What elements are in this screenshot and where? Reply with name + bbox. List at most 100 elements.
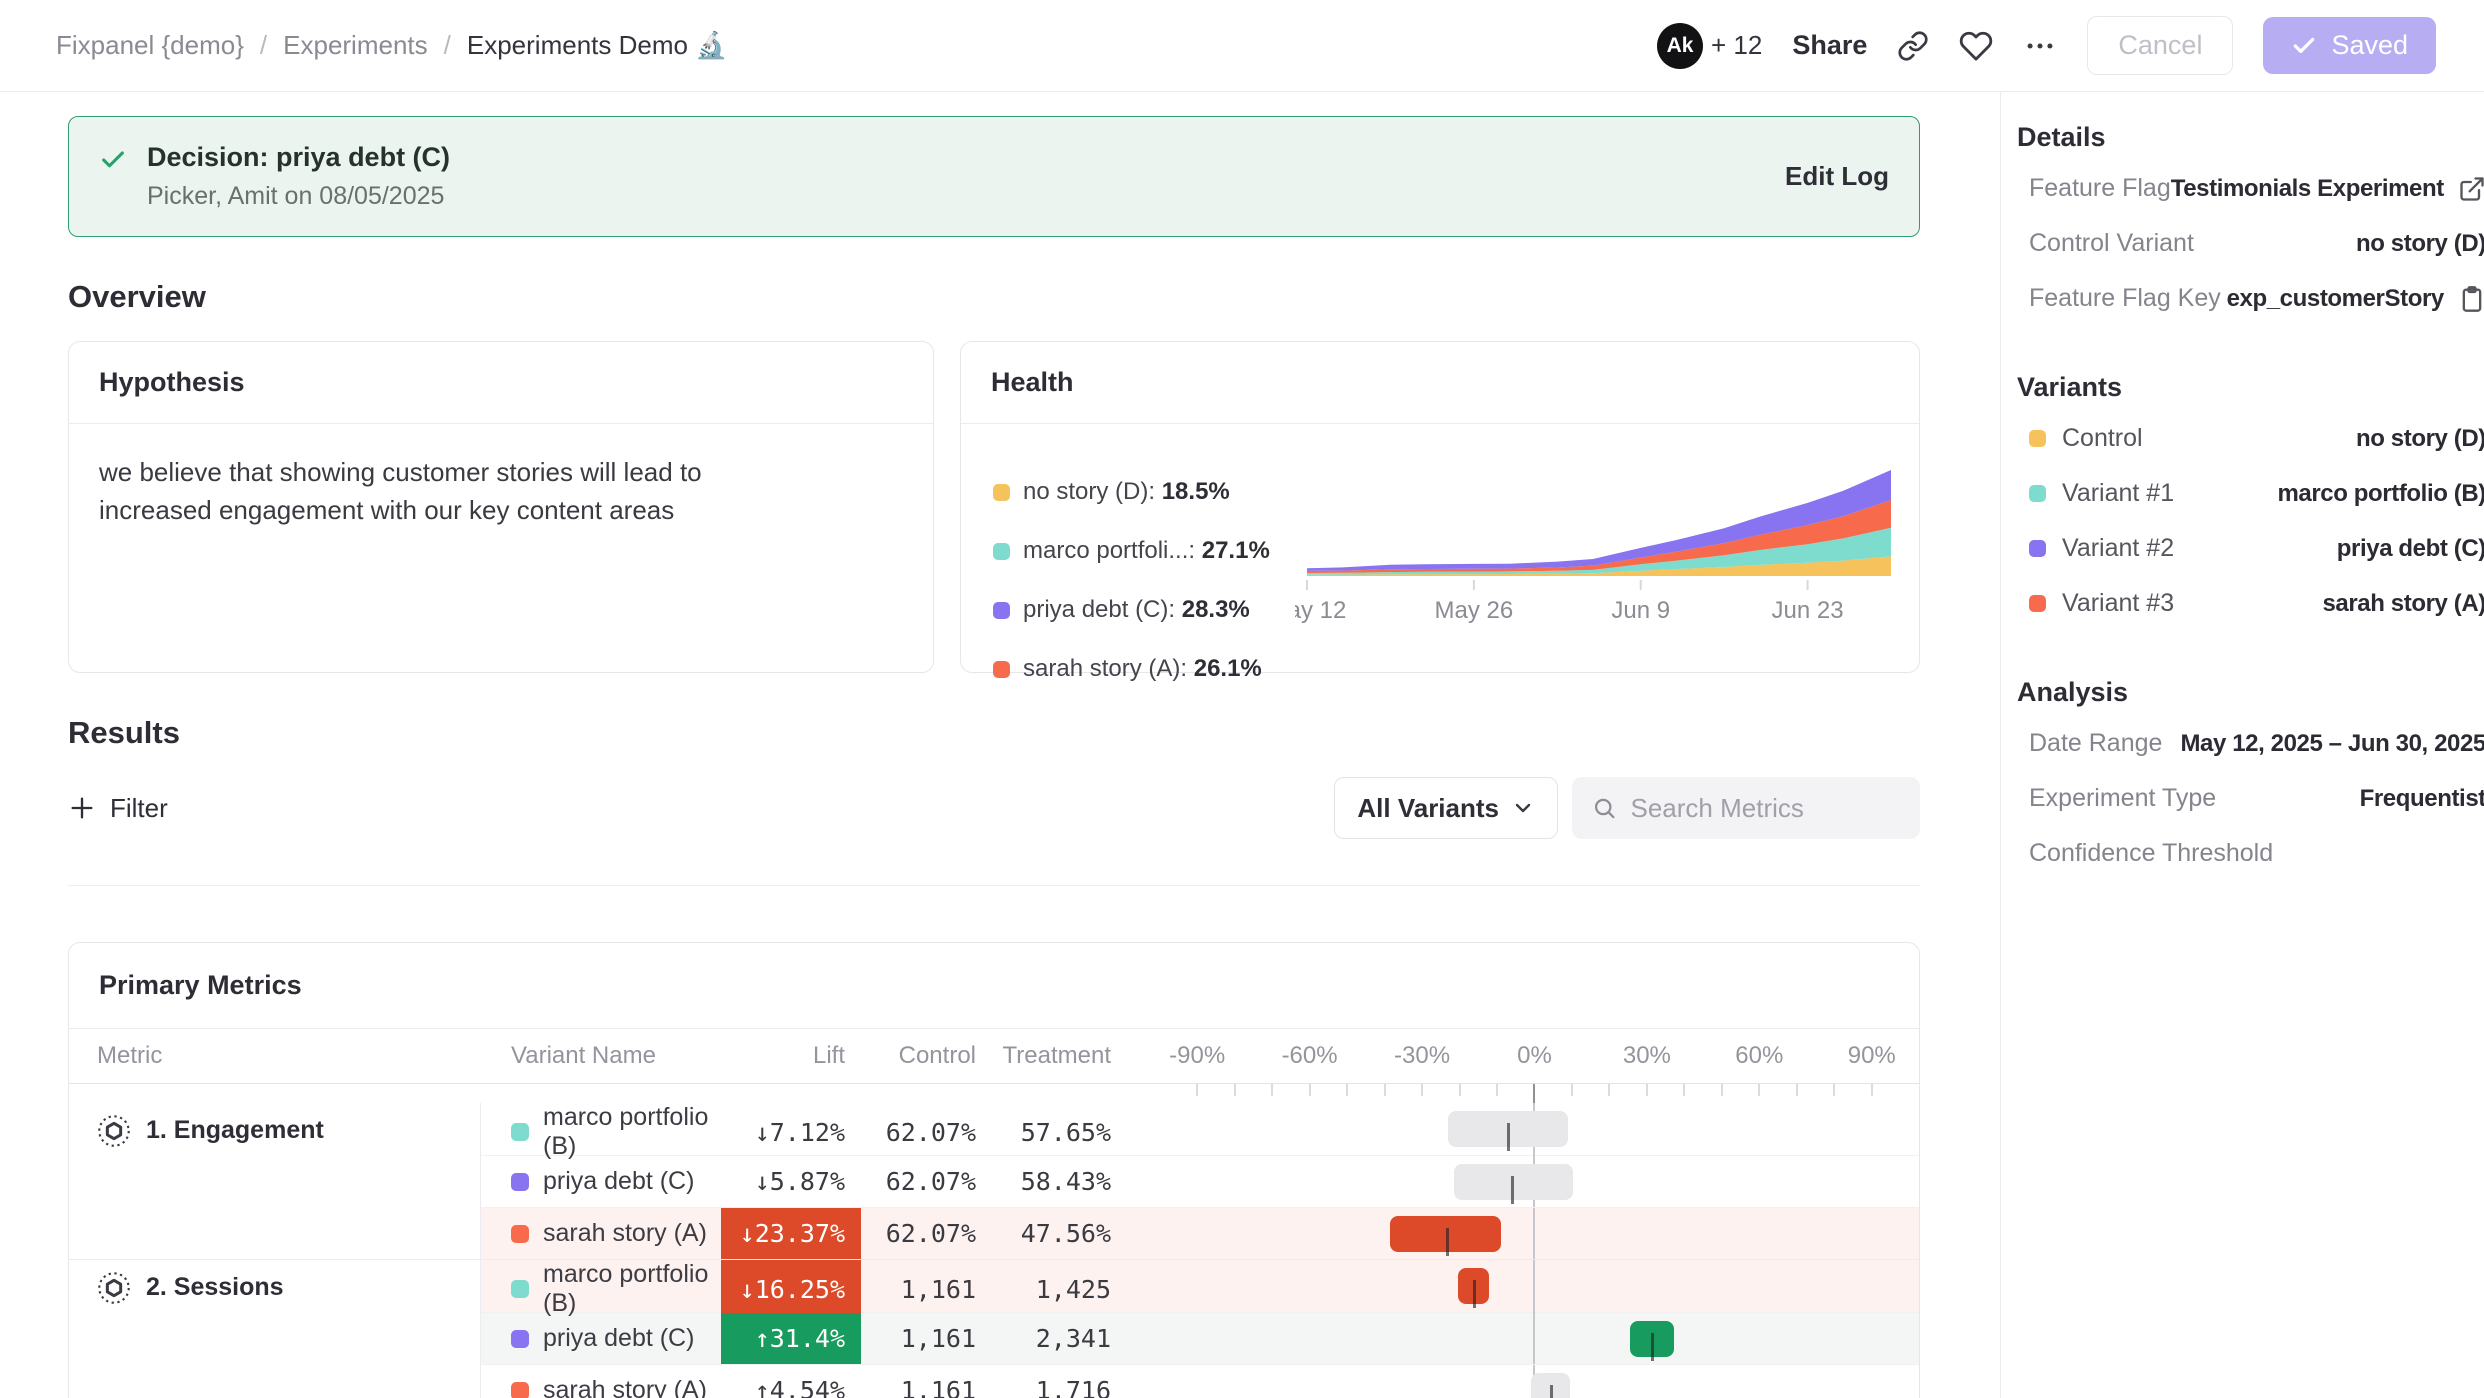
lift-cell: ↓7.12%: [721, 1103, 861, 1161]
col-lift: Lift: [721, 1042, 861, 1070]
variant-name: marco portfolio (B): [543, 1260, 721, 1318]
results-toolbar: Filter All Variants: [68, 777, 1920, 886]
share-button[interactable]: Share: [1792, 30, 1867, 61]
collaborator-count: + 12: [1711, 30, 1762, 61]
legend-item[interactable]: priya debt (C): 28.3%: [993, 596, 1295, 624]
check-icon: [2291, 33, 2317, 59]
confidence-interval-cell: [1131, 1365, 1919, 1398]
minor-tick: [1608, 1084, 1610, 1096]
minor-tick: [1421, 1084, 1423, 1096]
treatment-value: 57.65%: [996, 1103, 1131, 1161]
breadcrumb-separator: /: [260, 30, 267, 61]
legend-item[interactable]: marco portfoli...: 27.1%: [993, 537, 1295, 565]
variant-name: marco portfolio (B): [543, 1103, 721, 1161]
breadcrumb-project[interactable]: Fixpanel {demo}: [56, 30, 244, 61]
axis-label: 90%: [1848, 1042, 1896, 1070]
minor-tick: [1646, 1084, 1648, 1096]
clipboard-copy-icon[interactable]: [2458, 285, 2484, 313]
variants-dropdown[interactable]: All Variants: [1334, 777, 1558, 839]
col-treatment: Treatment: [996, 1042, 1131, 1070]
variant-swatch: [511, 1280, 529, 1298]
breadcrumb-experiments[interactable]: Experiments: [283, 30, 428, 61]
minor-tick: [1871, 1084, 1873, 1096]
confidence-interval-cell: [1131, 1208, 1919, 1259]
control-value: 62.07%: [861, 1156, 996, 1207]
control-value: 1,161: [861, 1260, 996, 1318]
zero-tick: [1533, 1084, 1535, 1104]
minor-tick: [1796, 1084, 1798, 1096]
table-row[interactable]: sarah story (A)↑4.54%1,1611,716: [481, 1364, 1919, 1398]
lift-point-tick: [1446, 1228, 1449, 1256]
axis-label: 0%: [1517, 1042, 1552, 1070]
search-metrics-box[interactable]: [1572, 777, 1920, 839]
minor-tick: [1758, 1084, 1760, 1096]
chevron-down-icon: [1511, 796, 1535, 820]
plus-icon: [68, 794, 96, 822]
lift-axis-labels: -90%-60%-30%0%30%60%90%: [1131, 1029, 1919, 1083]
confidence-interval-bar[interactable]: [1448, 1111, 1568, 1147]
health-area-chart: May 12May 26Jun 9Jun 23: [1295, 458, 1905, 626]
col-variant-name: Variant Name: [481, 1042, 721, 1070]
search-metrics-input[interactable]: [1631, 793, 1901, 824]
variant-swatch: [2029, 595, 2046, 612]
avatar[interactable]: Ak: [1657, 23, 1703, 69]
confidence-interval-bar[interactable]: [1531, 1373, 1570, 1398]
more-options-icon[interactable]: [2023, 29, 2057, 63]
variant-name: priya debt (C): [543, 1167, 694, 1196]
legend-swatch: [993, 661, 1010, 678]
legend-item[interactable]: no story (D): 18.5%: [993, 478, 1295, 506]
legend-item[interactable]: sarah story (A): 26.1%: [993, 655, 1295, 683]
axis-label: 30%: [1623, 1042, 1671, 1070]
lift-point-tick: [1511, 1176, 1514, 1204]
main-content: Decision: priya debt (C) Picker, Amit on…: [0, 92, 2000, 1398]
collaborators[interactable]: Ak + 12: [1657, 23, 1762, 69]
treatment-value: 1,425: [996, 1260, 1131, 1318]
legend-swatch: [993, 484, 1010, 501]
decision-title: Decision: priya debt (C): [147, 142, 450, 173]
minor-tick: [1234, 1084, 1236, 1096]
minor-tick: [1459, 1084, 1461, 1096]
variant-swatch: [511, 1173, 529, 1191]
favorite-heart-icon[interactable]: [1959, 29, 1993, 63]
confidence-interval-bar[interactable]: [1454, 1164, 1573, 1200]
date-range-row: Date Range May 12, 2025 – Jun 30, 2025: [2017, 716, 2484, 771]
add-filter-button[interactable]: Filter: [68, 793, 168, 824]
variant-label: Variant #2: [2062, 534, 2174, 563]
variant-swatch: [2029, 485, 2046, 502]
primary-metrics-card: Primary Metrics Metric Variant Name Lift…: [68, 942, 1920, 1398]
hypothesis-card: Hypothesis we believe that showing custo…: [68, 341, 934, 673]
legend-label: no story (D): 18.5%: [1023, 478, 1230, 506]
table-row[interactable]: marco portfolio (B)↓16.25%1,1611,425: [481, 1260, 1919, 1312]
metric-cell[interactable]: 1. Engagement: [69, 1103, 481, 1259]
variant-cell: sarah story (A): [481, 1208, 721, 1259]
analysis-section: Analysis Date Range May 12, 2025 – Jun 3…: [2017, 677, 2484, 881]
edit-log-button[interactable]: Edit Log: [1785, 161, 1889, 192]
variant-cell: marco portfolio (B): [481, 1103, 721, 1161]
saved-button[interactable]: Saved: [2263, 17, 2436, 74]
table-row[interactable]: marco portfolio (B)↓7.12%62.07%57.65%: [481, 1103, 1919, 1155]
variant-swatch: [2029, 540, 2046, 557]
lift-point-tick: [1507, 1123, 1510, 1151]
lift-cell: ↓23.37%: [721, 1208, 861, 1259]
confidence-interval-bar[interactable]: [1390, 1216, 1501, 1252]
legend-swatch: [993, 602, 1010, 619]
minor-tick: [1721, 1084, 1723, 1096]
lift-point-tick: [1651, 1333, 1654, 1361]
confidence-interval-bar[interactable]: [1458, 1268, 1488, 1304]
cancel-button[interactable]: Cancel: [2087, 16, 2233, 75]
lift-point-tick: [1550, 1385, 1553, 1398]
variant-cell: priya debt (C): [481, 1156, 721, 1207]
metric-cell[interactable]: 2. Sessions: [69, 1260, 481, 1398]
metric-group: 2. Sessionsmarco portfolio (B)↓16.25%1,1…: [69, 1259, 1919, 1398]
external-link-icon[interactable]: [2458, 175, 2484, 203]
lift-value: ↑4.54%: [721, 1365, 861, 1398]
legend-label: priya debt (C): 28.3%: [1023, 596, 1250, 624]
table-row[interactable]: priya debt (C)↑31.4%1,1612,341: [481, 1312, 1919, 1364]
hypothesis-title: Hypothesis: [69, 342, 933, 424]
table-row[interactable]: priya debt (C)↓5.87%62.07%58.43%: [481, 1155, 1919, 1207]
confidence-interval-bar[interactable]: [1630, 1321, 1674, 1357]
copy-link-icon[interactable]: [1897, 30, 1929, 62]
variant-name: sarah story (A): [543, 1219, 707, 1248]
variant-value: no story (D): [2356, 425, 2484, 453]
table-row[interactable]: sarah story (A)↓23.37%62.07%47.56%: [481, 1207, 1919, 1259]
